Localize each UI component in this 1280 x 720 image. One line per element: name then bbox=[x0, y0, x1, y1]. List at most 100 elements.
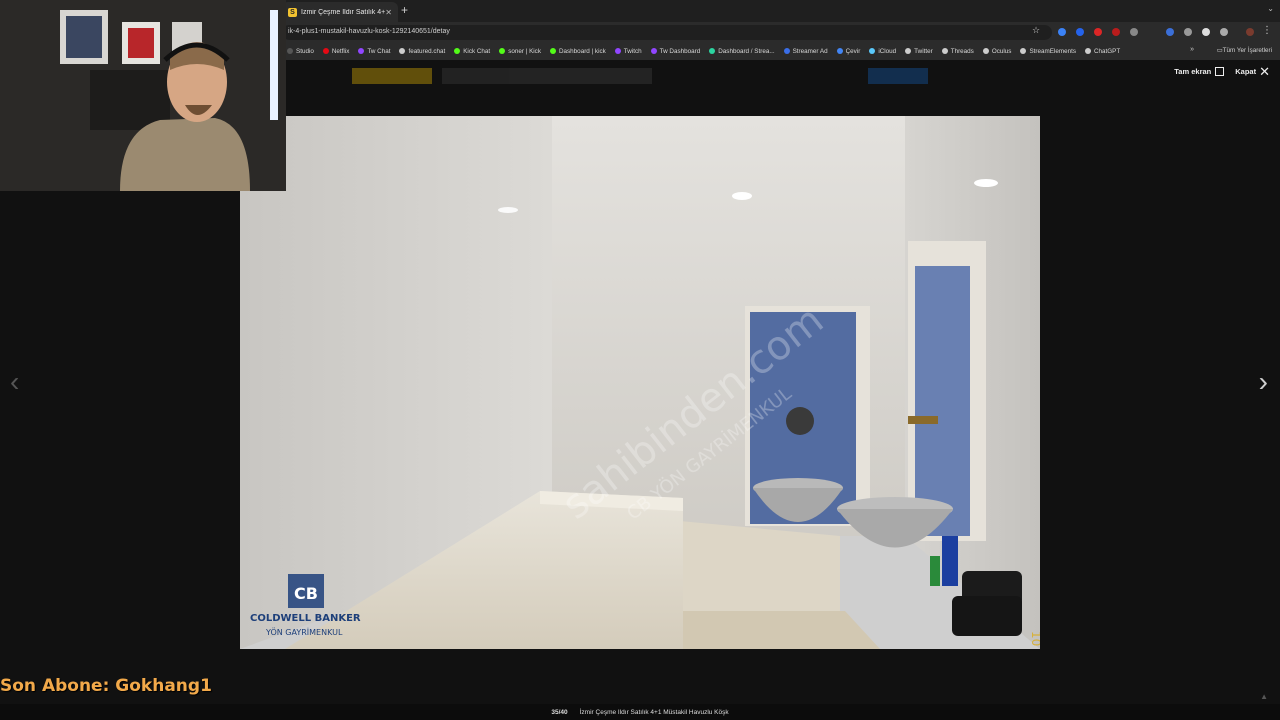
bookmark-item[interactable]: Çevir bbox=[836, 47, 861, 55]
bookmark-label: Threads bbox=[950, 47, 974, 55]
tab-close-icon[interactable]: ✕ bbox=[385, 8, 392, 17]
photo-logo-line2: YÖN GAYRİMENKUL bbox=[265, 627, 343, 637]
extension-icon[interactable] bbox=[1184, 28, 1192, 36]
bookmark-label: Twitter bbox=[914, 47, 933, 55]
webcam-video bbox=[0, 0, 286, 191]
bookmark-item[interactable]: Streamer Ad bbox=[783, 47, 828, 55]
scroll-top-icon[interactable]: ▲ bbox=[1260, 692, 1268, 701]
bookmark-label: Kick Chat bbox=[463, 47, 491, 55]
photo-counter: 35/40 bbox=[551, 708, 568, 716]
bookmark-item[interactable]: Netflix bbox=[322, 47, 350, 55]
bookmark-label: iCloud bbox=[878, 47, 897, 55]
bookmark-item[interactable]: Studio bbox=[287, 48, 314, 55]
bookmark-favicon-icon bbox=[836, 48, 843, 54]
bookmark-favicon-icon bbox=[399, 48, 406, 54]
bookmark-favicon-icon bbox=[322, 48, 329, 54]
bookmark-favicon-icon bbox=[650, 48, 657, 54]
tab-title: İzmir Çeşme Ildır Satılık 4+1 M bbox=[301, 8, 386, 16]
bookmark-favicon-icon bbox=[905, 48, 912, 54]
bookmark-item[interactable]: Tw Dashboard bbox=[650, 47, 701, 55]
new-tab-icon[interactable]: + bbox=[401, 3, 408, 17]
bookmark-favicon-icon bbox=[1020, 48, 1027, 54]
address-bar[interactable]: ik-4-plus1-mustakil-havuzlu-kosk-1292140… bbox=[282, 25, 1052, 40]
previous-photo-button[interactable]: ‹ bbox=[10, 366, 19, 398]
fullscreen-icon[interactable] bbox=[1215, 67, 1225, 76]
bookmark-favicon-icon bbox=[709, 48, 716, 54]
browser-tab-active[interactable]: S İzmir Çeşme Ildır Satılık 4+1 M ✕ bbox=[282, 2, 398, 22]
bookmark-star-icon[interactable]: ☆ bbox=[1032, 25, 1040, 36]
bookmark-item[interactable]: Dashboard | kick bbox=[549, 47, 606, 55]
bookmark-label: Dashboard | kick bbox=[558, 47, 606, 55]
site-logo bbox=[352, 68, 432, 84]
profile-avatar[interactable] bbox=[1246, 28, 1254, 36]
puzzle-extensions-icon[interactable] bbox=[1220, 28, 1228, 36]
bookmark-favicon-icon bbox=[614, 48, 621, 54]
site-favicon-icon: S bbox=[288, 7, 297, 17]
bookmark-label: Tw Chat bbox=[367, 47, 391, 55]
bookmarks-overflow-icon[interactable]: » bbox=[1190, 46, 1194, 53]
bookmark-item[interactable]: Oculus bbox=[982, 47, 1012, 55]
bookmark-label: soner | Kick bbox=[508, 47, 541, 55]
fullscreen-button[interactable]: Tam ekran bbox=[1174, 67, 1211, 76]
bookmark-label: Dashboard / Strea... bbox=[718, 47, 775, 55]
bookmark-label: Netflix bbox=[331, 47, 350, 55]
photo-logo-line1: COLDWELL BANKER bbox=[250, 613, 361, 624]
post-listing-button bbox=[868, 68, 928, 84]
bookmark-favicon-icon bbox=[287, 48, 293, 54]
bookmark-item[interactable]: Dashboard / Strea... bbox=[709, 47, 775, 55]
extension-icon[interactable] bbox=[1112, 28, 1120, 36]
extension-icon[interactable] bbox=[1076, 28, 1084, 36]
bookmark-item[interactable]: Kick Chat bbox=[454, 48, 490, 55]
bookmark-favicon-icon bbox=[869, 48, 876, 54]
bookmark-item[interactable]: Twitter bbox=[905, 48, 933, 55]
bookmark-favicon-icon bbox=[549, 48, 556, 54]
extension-icon[interactable] bbox=[1166, 28, 1174, 36]
bookmark-item[interactable]: Twitch bbox=[614, 47, 642, 55]
bookmark-label: Streamer Ad bbox=[792, 47, 828, 55]
bookmark-item[interactable]: ChatGPT bbox=[1084, 47, 1121, 55]
extension-icon[interactable] bbox=[1130, 28, 1138, 36]
bookmark-favicon-icon bbox=[783, 48, 790, 54]
dumbbell-label: 10 bbox=[1029, 631, 1040, 646]
photo-caption: İzmir Çeşme Ildır Satılık 4+1 Müstakil H… bbox=[579, 708, 729, 716]
bookmark-favicon-icon bbox=[1084, 48, 1091, 54]
bookmark-label: ChatGPT bbox=[1093, 47, 1121, 55]
close-icon[interactable]: ✕ bbox=[1259, 65, 1270, 78]
bookmark-label: StreamElements bbox=[1029, 47, 1076, 55]
bookmark-item[interactable]: Tw Chat bbox=[358, 48, 390, 55]
extension-icon[interactable] bbox=[1058, 28, 1066, 36]
all-bookmarks-label: Tüm Yer İşaretleri bbox=[1222, 47, 1272, 54]
streamer-webcam bbox=[0, 0, 286, 191]
last-subscriber-overlay: Son Abone: Gokhang1 bbox=[0, 676, 212, 696]
bookmark-favicon-icon bbox=[982, 48, 989, 54]
bookmark-favicon-icon bbox=[358, 48, 365, 54]
bookmark-item[interactable]: StreamElements bbox=[1020, 48, 1076, 55]
bookmark-label: featured.chat bbox=[408, 47, 446, 55]
bookmark-label: Çevir bbox=[845, 47, 861, 55]
close-button[interactable]: Kapat bbox=[1235, 67, 1256, 76]
page-header-behind-overlay bbox=[350, 66, 930, 86]
hammam-photo: 10 sahibinden.com CB YÖN GAYRİMENKUL CB … bbox=[240, 116, 1040, 649]
bookmark-label: Tw Dashboard bbox=[659, 47, 701, 55]
site-search-input bbox=[442, 68, 652, 84]
shield-icon[interactable] bbox=[1202, 28, 1210, 36]
next-photo-button[interactable]: › bbox=[1259, 366, 1268, 398]
bookmark-favicon-icon bbox=[454, 48, 461, 54]
bookmark-item[interactable]: soner | Kick bbox=[499, 48, 541, 55]
bookmark-label: Studio bbox=[296, 47, 314, 55]
photo-logo-mark: CB bbox=[294, 584, 318, 603]
bookmark-item[interactable]: iCloud bbox=[869, 48, 896, 55]
bookmark-label: Oculus bbox=[991, 47, 1012, 55]
bookmark-favicon-icon bbox=[941, 48, 948, 54]
bookmark-item[interactable]: Threads bbox=[941, 47, 974, 55]
browser-menu-icon[interactable]: ⋮ bbox=[1262, 25, 1272, 36]
extension-icon[interactable] bbox=[1094, 28, 1102, 36]
bookmark-label: Twitch bbox=[623, 47, 642, 55]
tab-search-chevron-icon[interactable]: ⌄ bbox=[1267, 4, 1274, 13]
bookmark-favicon-icon bbox=[499, 48, 506, 54]
viewer-controls: Tam ekran Kapat ✕ bbox=[1171, 65, 1270, 78]
bookmark-item[interactable]: featured.chat bbox=[399, 48, 445, 55]
viewer-caption-bar: 35/40 İzmir Çeşme Ildır Satılık 4+1 Müst… bbox=[0, 704, 1280, 720]
listing-photo[interactable]: 10 sahibinden.com CB YÖN GAYRİMENKUL CB … bbox=[240, 116, 1040, 649]
all-bookmarks-button[interactable]: ▭ Tüm Yer İşaretleri bbox=[1217, 47, 1272, 54]
